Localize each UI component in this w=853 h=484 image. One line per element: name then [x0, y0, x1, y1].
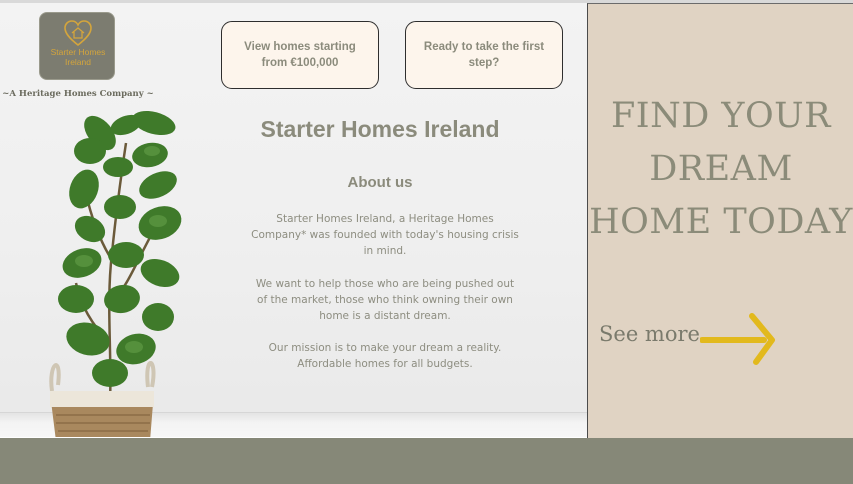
promo-heading: FIND YOUR DREAM HOME TODAY — [589, 96, 853, 242]
arrow-right-icon[interactable] — [700, 312, 780, 368]
logo-tagline: ~A Heritage Homes Company ~ — [2, 89, 154, 99]
view-homes-button[interactable]: View homes starting from €100,000 — [221, 21, 379, 89]
promo-panel: FIND YOUR DREAM HOME TODAY See more — [587, 3, 853, 438]
potted-plant-image — [49, 110, 182, 437]
hero-section: Starter Homes Ireland ~A Heritage Homes … — [0, 3, 587, 437]
logo[interactable]: Starter Homes Ireland — [39, 12, 115, 80]
about-paragraph: Our mission is to make your dream a real… — [268, 342, 502, 370]
see-more-link[interactable]: See more — [599, 322, 700, 346]
page-title: Starter Homes Ireland — [260, 116, 500, 142]
logo-name: Starter Homes Ireland — [50, 47, 106, 67]
about-paragraph: We want to help those who are being push… — [255, 278, 515, 322]
about-paragraph: Starter Homes Ireland, a Heritage Homes … — [251, 213, 519, 257]
footer-bar — [0, 438, 853, 484]
about-heading: About us — [347, 174, 413, 191]
heart-house-icon — [64, 20, 92, 47]
first-step-button[interactable]: Ready to take the first step? — [405, 21, 563, 89]
